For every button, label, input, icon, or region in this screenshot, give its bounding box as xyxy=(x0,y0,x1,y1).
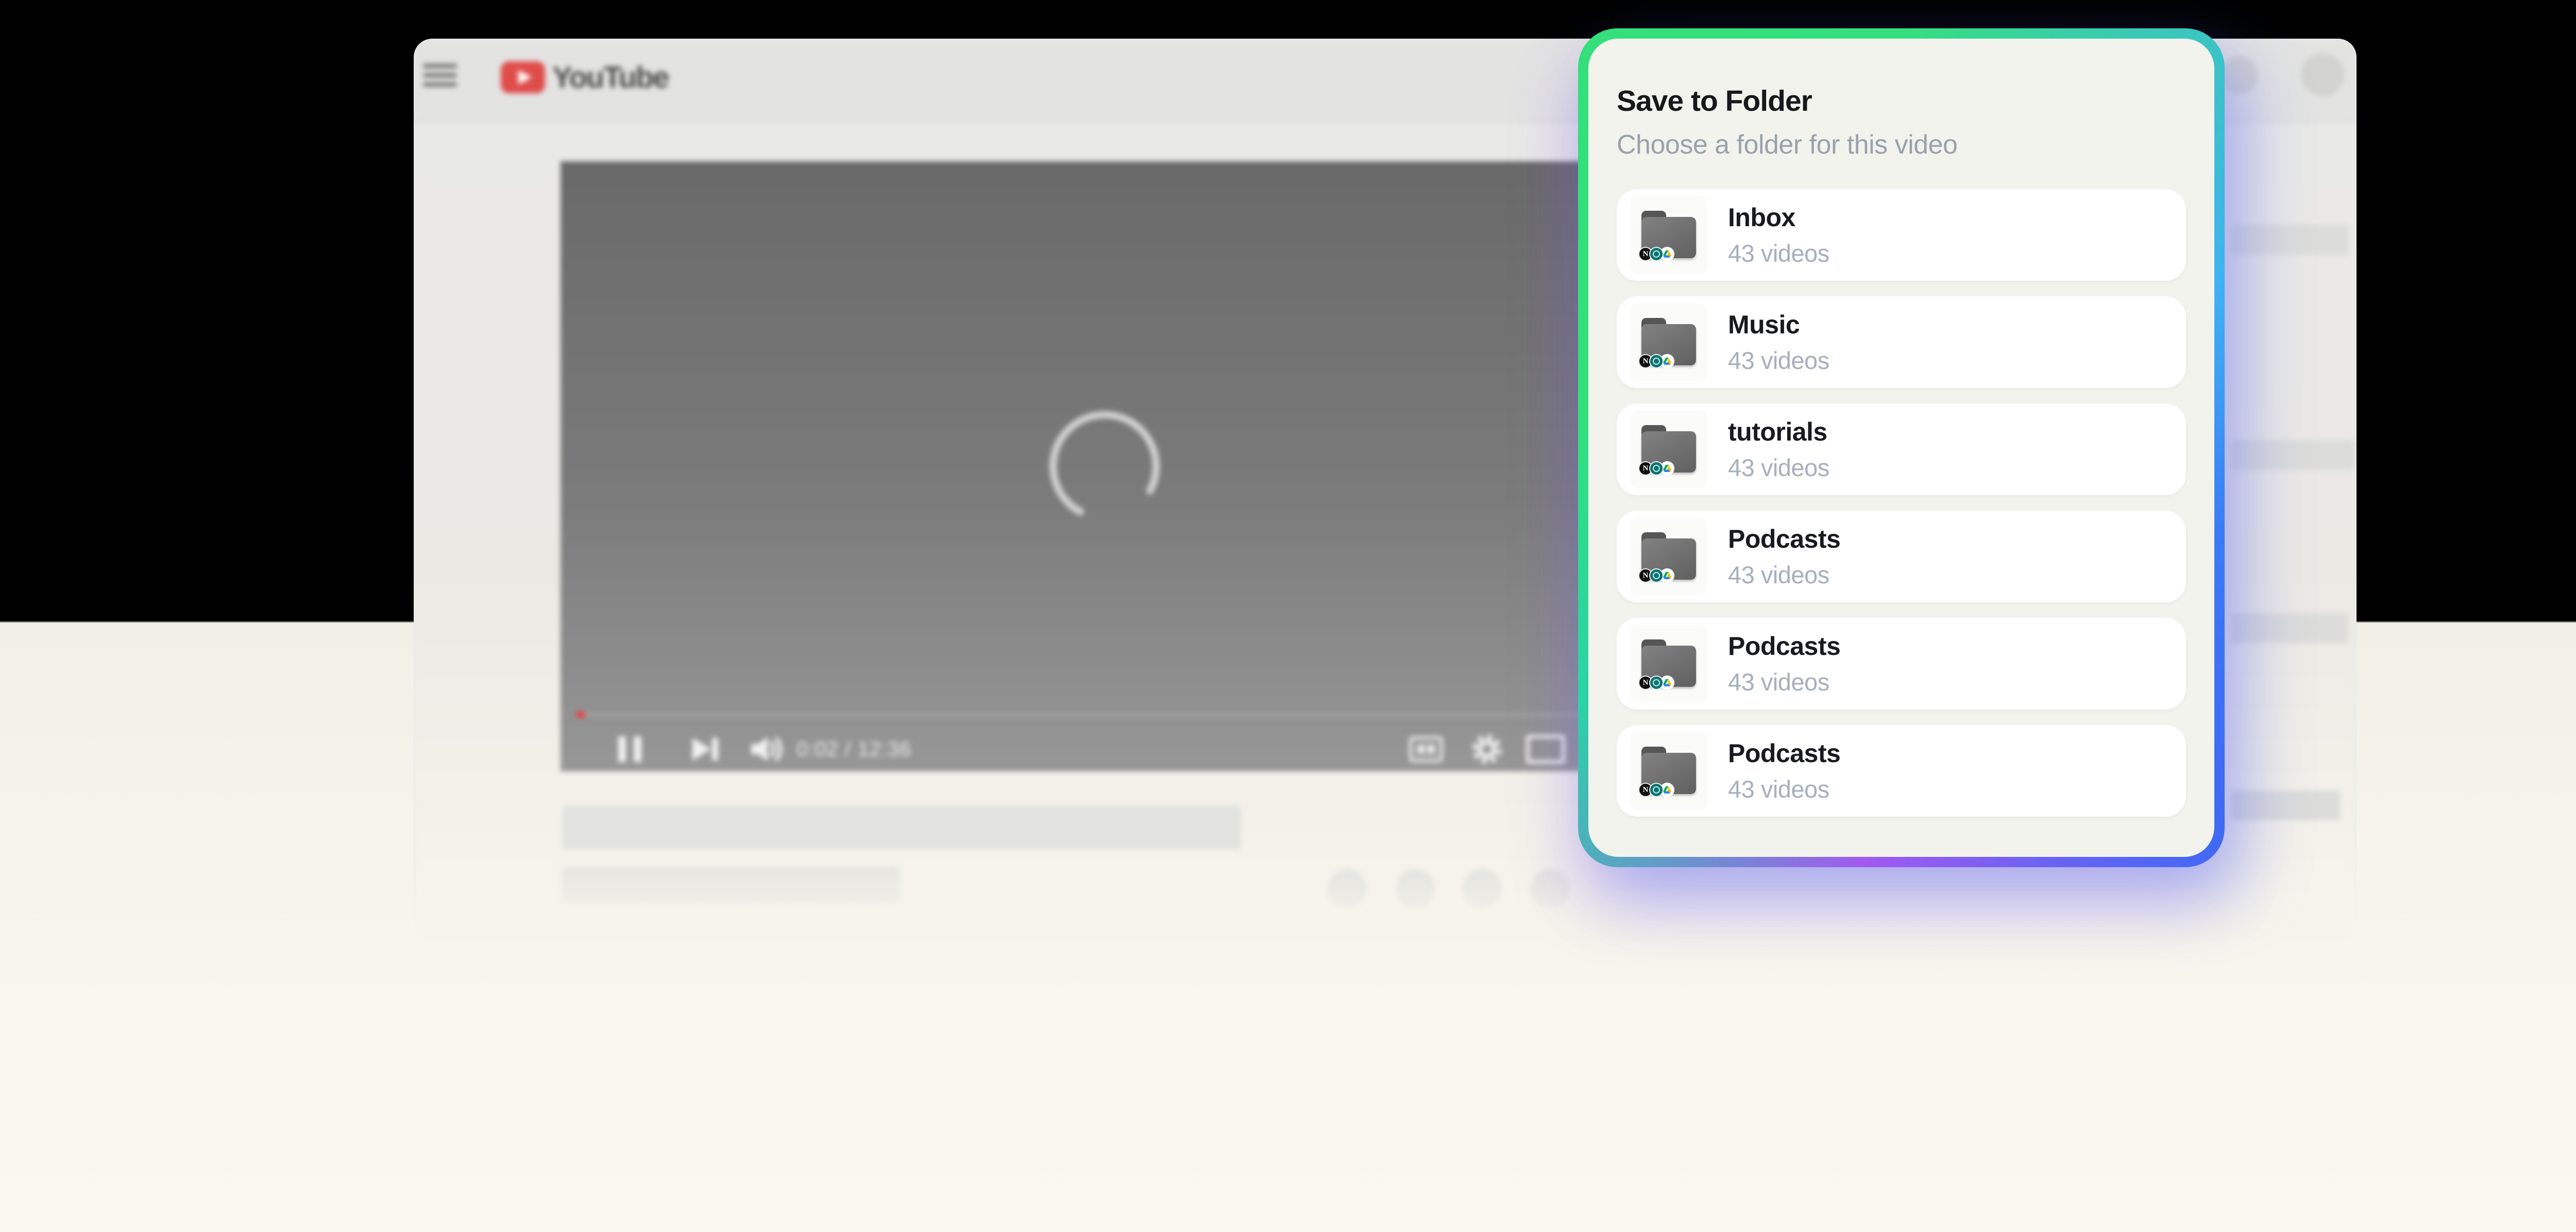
folder-card[interactable]: N Music 43 videos xyxy=(1617,296,2186,388)
folder-text: Music 43 videos xyxy=(1728,310,1829,375)
teal-app-badge-icon xyxy=(1649,247,1664,261)
folder-icon: N xyxy=(1641,532,1696,580)
volume-button[interactable] xyxy=(750,727,786,771)
folder-app-badges: N xyxy=(1638,783,1674,797)
folder-name: Music xyxy=(1728,310,1829,340)
folder-thumbnail: N xyxy=(1630,303,1707,381)
folder-app-badges: N xyxy=(1638,461,1674,476)
progress-playhead[interactable] xyxy=(576,712,585,717)
folder-card[interactable]: N tutorials 43 videos xyxy=(1617,403,2186,495)
folder-icon: N xyxy=(1641,425,1696,472)
popup-subtitle: Choose a folder for this video xyxy=(1617,129,2186,160)
video-title-placeholder xyxy=(562,805,1241,850)
folder-name: Podcasts xyxy=(1728,738,1840,768)
captions-icon xyxy=(1409,736,1443,762)
pause-button[interactable] xyxy=(618,727,641,771)
folder-name: Podcasts xyxy=(1728,524,1840,554)
notifications-avatar-circle[interactable] xyxy=(2220,56,2258,94)
teal-app-badge-icon xyxy=(1649,676,1664,690)
folder-video-count: 43 videos xyxy=(1728,775,1840,803)
folder-text: Podcasts 43 videos xyxy=(1728,738,1840,803)
folder-icon: N xyxy=(1641,639,1696,687)
settings-button[interactable] xyxy=(1467,727,1506,771)
folder-card[interactable]: N Podcasts 43 videos xyxy=(1617,725,2186,817)
captions-button[interactable] xyxy=(1409,727,1443,771)
youtube-play-icon xyxy=(501,61,545,93)
folder-video-count: 43 videos xyxy=(1728,561,1840,589)
folder-app-badges: N xyxy=(1638,354,1674,368)
folder-thumbnail: N xyxy=(1630,518,1707,595)
folder-text: Inbox 43 videos xyxy=(1728,202,1829,267)
theater-mode-button[interactable] xyxy=(1526,727,1565,771)
hamburger-menu-icon[interactable] xyxy=(423,64,457,87)
teal-app-badge-icon xyxy=(1649,783,1664,797)
teal-app-badge-icon xyxy=(1649,568,1664,583)
folder-text: Podcasts 43 videos xyxy=(1728,631,1840,696)
folder-name: Inbox xyxy=(1728,202,1829,232)
folder-name: tutorials xyxy=(1728,417,1829,447)
folder-app-badges: N xyxy=(1638,247,1674,261)
teal-app-badge-icon xyxy=(1649,461,1664,476)
video-player[interactable]: 0:02 / 12:36 xyxy=(561,161,1649,771)
folder-app-badges: N xyxy=(1638,676,1674,690)
folder-video-count: 43 videos xyxy=(1728,453,1829,482)
teal-app-badge-icon xyxy=(1649,354,1664,368)
folder-video-count: 43 videos xyxy=(1728,668,1840,696)
window-bottom-fade xyxy=(414,863,2357,940)
save-to-folder-popup: Save to Folder Choose a folder for this … xyxy=(1578,28,2225,867)
folder-thumbnail: N xyxy=(1630,732,1707,809)
youtube-wordmark: YouTube xyxy=(552,60,668,95)
sidebar-item-placeholder xyxy=(2231,613,2348,643)
profile-avatar[interactable] xyxy=(2301,53,2344,96)
folder-thumbnail: N xyxy=(1630,411,1707,488)
time-display: 0:02 / 12:36 xyxy=(796,727,911,771)
player-controls: 0:02 / 12:36 xyxy=(561,727,1649,771)
folder-video-count: 43 videos xyxy=(1728,346,1829,375)
folder-list: N Inbox 43 videos xyxy=(1617,189,2186,817)
popup-title: Save to Folder xyxy=(1617,84,2186,118)
folder-name: Podcasts xyxy=(1728,631,1840,661)
folder-card[interactable]: N Inbox 43 videos xyxy=(1617,189,2186,281)
folder-card[interactable]: N Podcasts 43 videos xyxy=(1617,618,2186,710)
folder-icon: N xyxy=(1641,318,1696,365)
folder-thumbnail: N xyxy=(1630,625,1707,702)
progress-bar[interactable] xyxy=(576,713,1633,716)
folder-app-badges: N xyxy=(1638,568,1674,583)
next-track-button[interactable] xyxy=(690,727,720,771)
folder-icon: N xyxy=(1641,211,1696,258)
theater-mode-icon xyxy=(1526,735,1565,764)
folder-thumbnail: N xyxy=(1630,196,1707,274)
sidebar-item-placeholder xyxy=(2231,225,2348,255)
settings-gear-icon xyxy=(1467,730,1506,769)
folder-card[interactable]: N Podcasts 43 videos xyxy=(1617,511,2186,602)
folder-text: Podcasts 43 videos xyxy=(1728,524,1840,589)
folder-icon: N xyxy=(1641,747,1696,794)
folder-video-count: 43 videos xyxy=(1728,239,1829,267)
folder-text: tutorials 43 videos xyxy=(1728,417,1829,482)
sidebar-item-placeholder xyxy=(2231,790,2340,820)
youtube-logo[interactable]: YouTube xyxy=(501,59,668,95)
popup-body: Save to Folder Choose a folder for this … xyxy=(1588,39,2214,857)
sidebar-item-placeholder xyxy=(2231,440,2355,470)
loading-spinner-icon xyxy=(1043,404,1166,528)
